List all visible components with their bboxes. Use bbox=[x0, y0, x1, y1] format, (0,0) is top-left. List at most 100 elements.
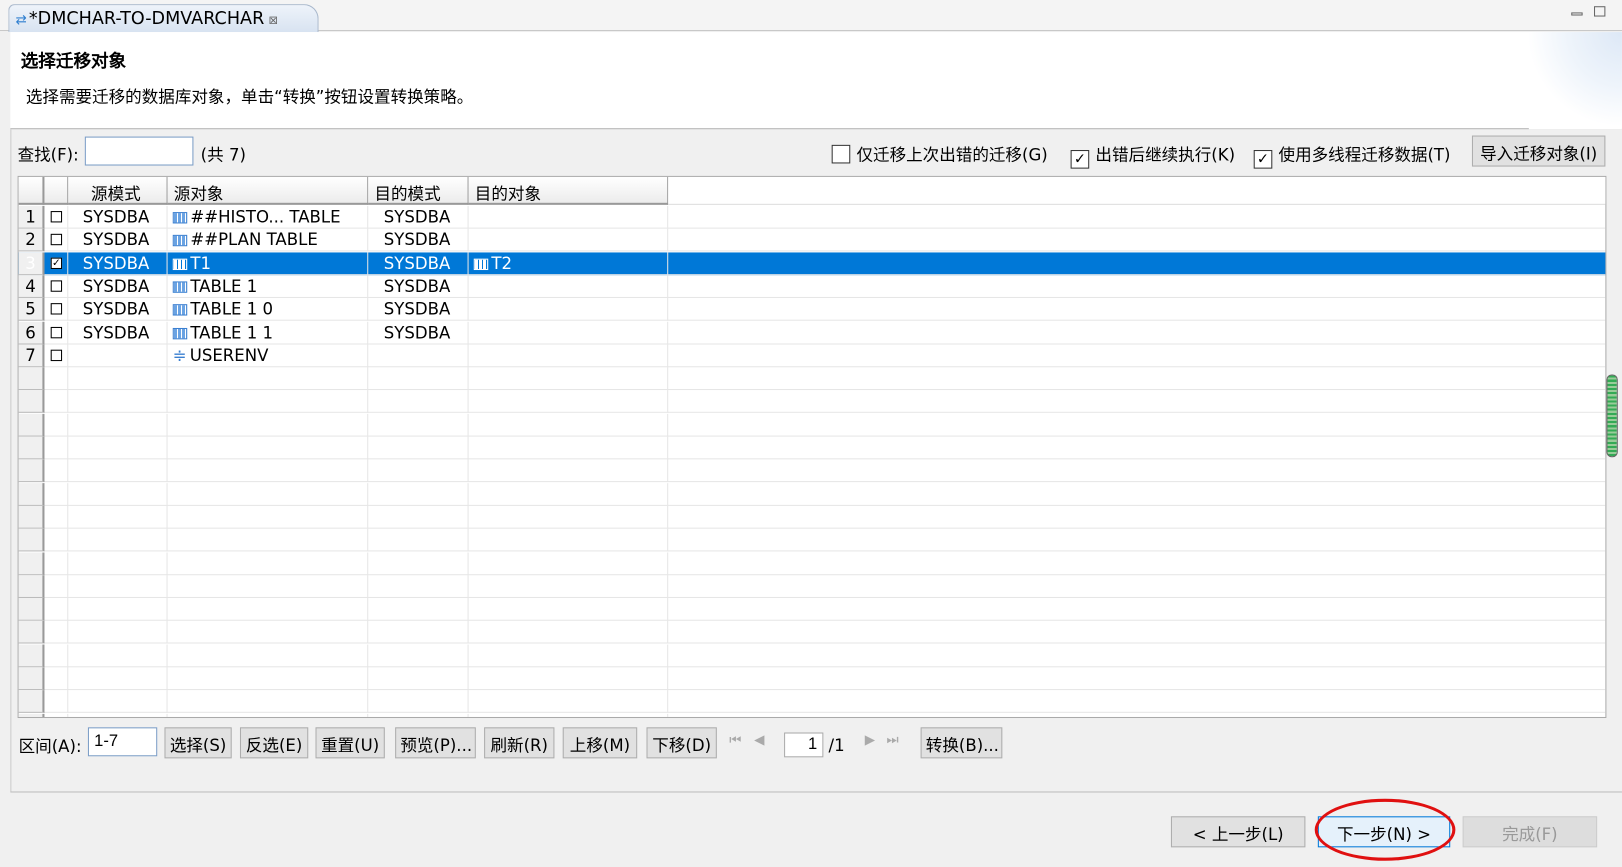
search-input[interactable] bbox=[84, 136, 194, 166]
table-row[interactable]: 6 SYSDBA TABLE 1 1 SYSDBA bbox=[18, 321, 1606, 345]
dst-schema-cell: SYSDBA bbox=[368, 298, 469, 321]
row-number: 3 bbox=[18, 252, 45, 275]
empty-cell bbox=[44, 598, 69, 621]
table-row[interactable]: 4 SYSDBA TABLE 1 SYSDBA bbox=[18, 275, 1606, 298]
row-checkbox[interactable] bbox=[44, 228, 69, 252]
table-row bbox=[18, 621, 1606, 644]
row-checkbox[interactable] bbox=[44, 321, 69, 345]
editor-tab[interactable]: ⇄ *DMCHAR-TO-DMVARCHAR ⊠ bbox=[8, 4, 319, 33]
empty-cell bbox=[469, 528, 669, 552]
src-object-cell: ≑ USERENV bbox=[168, 344, 369, 368]
invert-select-button[interactable]: 反选(E) bbox=[239, 727, 309, 759]
checkbox-icon bbox=[50, 326, 63, 338]
column-header-src-schema[interactable]: 源模式 bbox=[68, 176, 168, 205]
reset-button[interactable]: 重置(U) bbox=[315, 727, 385, 759]
src-object-cell: TABLE 1 bbox=[168, 275, 369, 298]
empty-cell bbox=[168, 367, 369, 391]
minimize-button[interactable] bbox=[1571, 12, 1583, 16]
last-page-icon[interactable]: ⏭ bbox=[886, 732, 898, 748]
first-page-icon[interactable]: ⏮ bbox=[729, 732, 741, 748]
dst-object-cell bbox=[469, 275, 669, 298]
range-label: 区间(A): bbox=[18, 736, 82, 757]
refresh-button[interactable]: 刷新(R) bbox=[484, 727, 555, 759]
empty-cell bbox=[368, 598, 469, 621]
empty-cell bbox=[168, 413, 369, 437]
table-row bbox=[18, 390, 1606, 414]
move-up-button[interactable]: 上移(M) bbox=[562, 727, 638, 759]
table-row bbox=[18, 528, 1606, 552]
range-input[interactable] bbox=[87, 727, 158, 757]
move-down-button[interactable]: 下移(D) bbox=[646, 727, 717, 759]
src-schema-cell: SYSDBA bbox=[68, 321, 168, 345]
page-title: 选择迁移对象 bbox=[20, 51, 127, 73]
checkmark-icon: ✓ bbox=[1253, 150, 1273, 169]
page-total: /1 bbox=[828, 735, 845, 756]
maximize-button[interactable] bbox=[1594, 6, 1606, 17]
back-button[interactable]: < 上一步(L) bbox=[1170, 816, 1306, 848]
checkmark-icon: ✓ bbox=[1070, 150, 1090, 169]
row-number bbox=[18, 505, 45, 529]
empty-cell bbox=[168, 528, 369, 552]
empty-cell bbox=[368, 713, 469, 717]
empty-cell bbox=[44, 436, 69, 460]
row-checkbox[interactable]: ✓ bbox=[44, 252, 69, 275]
table-row bbox=[18, 505, 1606, 529]
row-checkbox[interactable] bbox=[44, 205, 69, 229]
empty-cell bbox=[68, 575, 168, 598]
empty-cell bbox=[44, 528, 69, 552]
table-row bbox=[18, 551, 1606, 575]
empty-cell bbox=[168, 575, 369, 598]
preview-button[interactable]: 预览(P)... bbox=[395, 727, 476, 759]
table-row[interactable]: 5 SYSDBA TABLE 1 0 SYSDBA bbox=[18, 298, 1606, 321]
empty-cell bbox=[168, 598, 369, 621]
empty-cell bbox=[168, 436, 369, 460]
row-checkbox[interactable] bbox=[44, 298, 69, 321]
empty-cell bbox=[168, 551, 369, 575]
empty-cell bbox=[44, 667, 69, 691]
column-header-src-object[interactable]: 源对象 bbox=[167, 176, 369, 205]
page-input[interactable] bbox=[784, 732, 824, 758]
row-number bbox=[18, 367, 45, 391]
finish-button[interactable]: 完成(F) bbox=[1462, 816, 1598, 848]
empty-cell bbox=[168, 667, 369, 691]
row-number bbox=[18, 436, 45, 460]
prev-page-icon[interactable]: ◀ bbox=[754, 732, 764, 748]
column-header-dst-object[interactable]: 目的对象 bbox=[468, 176, 669, 205]
import-objects-button[interactable]: 导入迁移对象(I) bbox=[1471, 135, 1606, 167]
src-schema-cell: SYSDBA bbox=[68, 205, 168, 229]
dst-schema-cell: SYSDBA bbox=[368, 321, 469, 345]
dst-schema-cell bbox=[368, 344, 469, 368]
empty-cell bbox=[44, 690, 69, 714]
row-number: 2 bbox=[18, 228, 45, 252]
table-row[interactable]: 1 SYSDBA ##HISTO... TABLE SYSDBA bbox=[18, 205, 1606, 229]
continue-on-error-checkbox[interactable]: ✓ 出错后继续执行(K) bbox=[1070, 141, 1235, 169]
select-button[interactable]: 选择(S) bbox=[164, 727, 232, 759]
objects-table: 源模式 源对象 目的模式 目的对象 1 SYSDBA ##HISTO... TABL… bbox=[17, 175, 1607, 719]
retry-failed-checkbox[interactable]: 仅迁移上次出错的迁移(G) bbox=[831, 141, 1048, 166]
multithread-checkbox[interactable]: ✓ 使用多线程迁移数据(T) bbox=[1253, 141, 1451, 169]
dst-object-cell: T2 bbox=[469, 252, 669, 275]
table-row bbox=[18, 644, 1606, 667]
row-checkbox[interactable] bbox=[44, 344, 69, 368]
table-row[interactable]: 2 SYSDBA ##PLAN TABLE SYSDBA bbox=[18, 228, 1606, 252]
vertical-scrollbar-thumb[interactable] bbox=[1606, 374, 1618, 458]
next-page-icon[interactable]: ▶ bbox=[865, 732, 875, 748]
table-row[interactable]: 7 ≑ USERENV bbox=[18, 344, 1606, 368]
empty-cell bbox=[68, 621, 168, 644]
table-row[interactable]: 3 ✓ SYSDBA T1 SYSDBA T2 bbox=[18, 252, 1606, 275]
convert-button[interactable]: 转换(B)... bbox=[920, 727, 1003, 759]
column-header-dst-schema[interactable]: 目的模式 bbox=[368, 176, 469, 205]
row-checkbox[interactable] bbox=[44, 275, 69, 298]
check-column-header[interactable] bbox=[44, 176, 69, 205]
empty-cell bbox=[168, 482, 369, 506]
close-icon[interactable]: ⊠ bbox=[268, 13, 278, 26]
empty-cell bbox=[68, 367, 168, 391]
table-row bbox=[18, 575, 1606, 598]
empty-cell bbox=[469, 690, 669, 714]
empty-cell bbox=[368, 667, 469, 691]
empty-cell bbox=[469, 667, 669, 691]
empty-cell bbox=[168, 390, 369, 414]
page-description: 选择需要迁移的数据库对象，单击“转换”按钮设置转换策略。 bbox=[25, 86, 474, 107]
empty-cell bbox=[44, 621, 69, 644]
context-icon: ≑ bbox=[172, 345, 187, 366]
